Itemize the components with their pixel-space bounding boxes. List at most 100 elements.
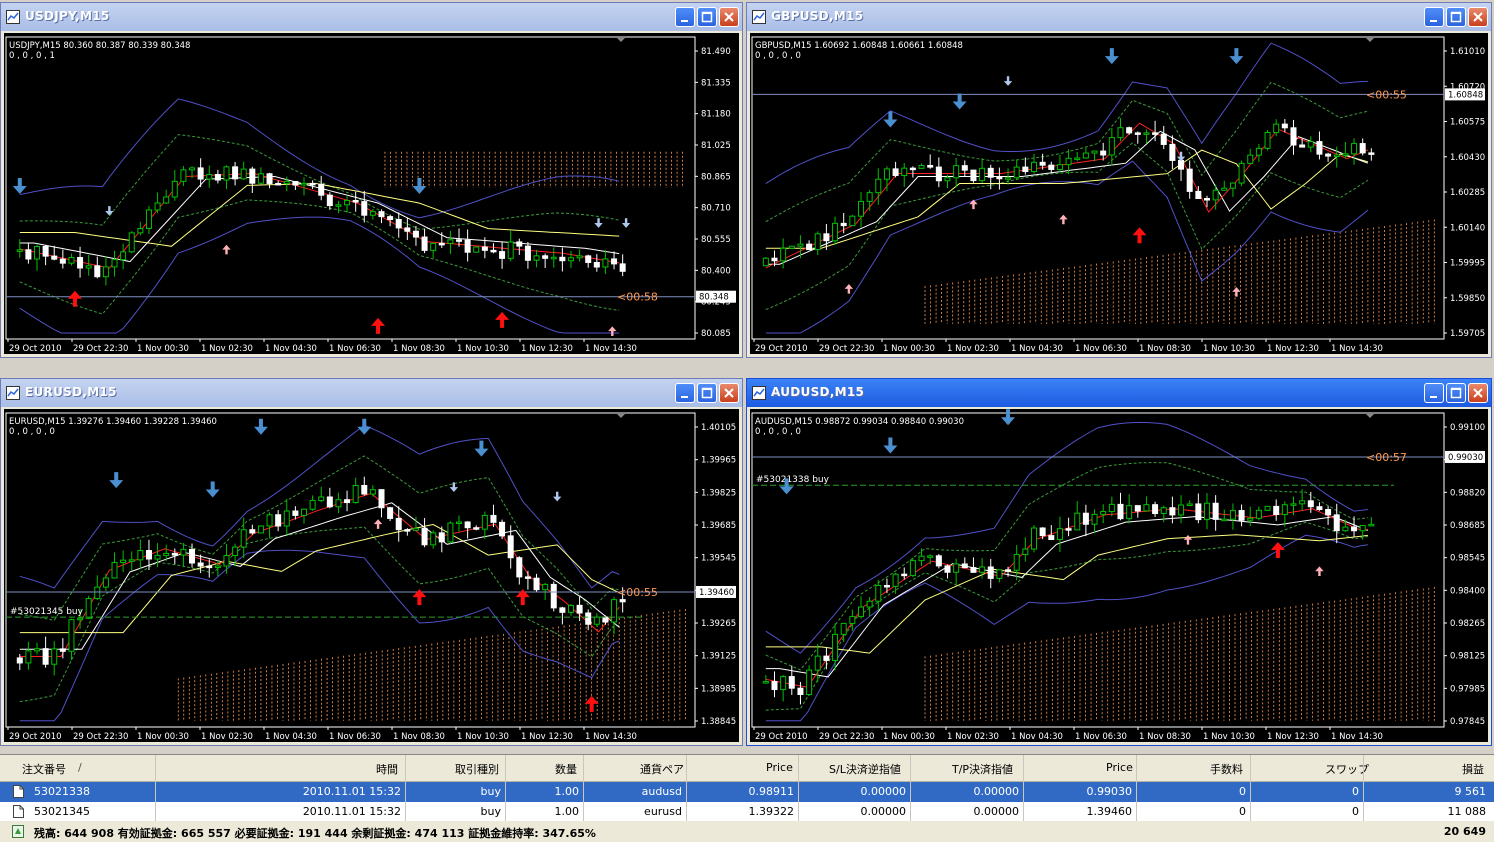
candle — [979, 167, 986, 182]
order-time: 2010.11.01 15:32 — [302, 785, 401, 798]
price-chart[interactable]: #53021338 buy AUDUSD,M15 0.98872 0.99034 … — [750, 409, 1488, 742]
x-tick-label: 1 Nov 14:30 — [585, 732, 637, 742]
order-symbol: audusd — [641, 785, 682, 798]
x-tick-label: 1 Nov 02:30 — [201, 732, 253, 742]
sell-signal-arrow-icon — [621, 218, 631, 228]
maximize-button[interactable] — [697, 383, 717, 403]
sell-signal-arrow-icon — [12, 178, 27, 194]
candle — [1359, 143, 1366, 154]
x-tick-label: 29 Oct 22:30 — [73, 732, 128, 742]
candle — [987, 167, 994, 178]
y-tick-label: 1.39825 — [701, 488, 736, 498]
chart-window-icon — [6, 10, 20, 24]
candle — [34, 246, 41, 260]
maximize-button[interactable] — [1446, 7, 1466, 27]
candle — [814, 233, 821, 251]
candle — [1221, 187, 1228, 191]
y-tick-label: 0.98820 — [1450, 488, 1485, 498]
y-tick-label: 0.99100 — [1450, 423, 1485, 433]
minimize-button[interactable] — [675, 7, 695, 27]
x-tick-label: 29 Oct 2010 — [9, 732, 62, 742]
order-swap: 0 — [1352, 805, 1359, 818]
candle — [780, 676, 787, 691]
window-title: EURUSD,M15 — [25, 385, 117, 399]
price-chart[interactable]: GBPUSD,M15 1.60692 1.60848 1.60661 1.608… — [750, 33, 1488, 354]
candle — [507, 535, 514, 559]
chart-window-eurusd[interactable]: EURUSD,M15 #53021345 buy EURUSD,M15 1.392… — [0, 378, 743, 746]
candle — [1195, 190, 1202, 200]
col-price[interactable]: Price — [766, 761, 793, 774]
minimize-button[interactable] — [1424, 7, 1444, 27]
window-titlebar[interactable]: GBPUSD,M15 — [747, 3, 1491, 31]
minimize-button[interactable] — [1424, 383, 1444, 403]
chart-window-gbpusd[interactable]: GBPUSD,M15 GBPUSD,M15 1.60692 1.60848 1.… — [746, 2, 1492, 358]
col-symbol[interactable]: 通貨ペア — [640, 761, 684, 777]
candle — [223, 166, 230, 181]
close-button[interactable] — [719, 383, 739, 403]
candle — [16, 657, 23, 664]
x-tick-label: 1 Nov 00:30 — [883, 344, 935, 354]
col-size[interactable]: 数量 — [555, 761, 577, 777]
order-time: 2010.11.01 15:32 — [302, 805, 401, 818]
price-chart[interactable]: USDJPY,M15 80.360 80.387 80.339 80.348 0 … — [4, 33, 739, 354]
col-order[interactable]: 注文番号 — [22, 761, 66, 777]
order-type: buy — [480, 785, 501, 798]
chart-window-usdjpy[interactable]: USDJPY,M15 USDJPY,M15 80.360 80.387 80.3… — [0, 2, 743, 358]
maximize-button[interactable] — [1446, 383, 1466, 403]
y-tick-label: 1.60575 — [1450, 118, 1485, 128]
col-commission[interactable]: 手数料 — [1210, 761, 1243, 777]
order-row[interactable]: 53021338 2010.11.01 15:32 buy 1.00 audusd 0.9… — [0, 782, 1494, 802]
window-titlebar[interactable]: USDJPY,M15 — [1, 3, 742, 31]
close-button[interactable] — [1468, 7, 1488, 27]
col-type[interactable]: 取引種別 — [455, 761, 499, 777]
minimize-button[interactable] — [675, 383, 695, 403]
col-tp[interactable]: T/P決済指値 — [952, 761, 1013, 777]
candle — [1082, 152, 1089, 159]
window-titlebar[interactable]: AUDUSD,M15 — [747, 379, 1491, 407]
candle — [499, 251, 506, 259]
order-icon — [13, 805, 24, 818]
current-price-label: 0.99030 — [1448, 453, 1483, 463]
order-row[interactable]: 53021345 2010.11.01 15:32 buy 1.00 eurusd 1.3… — [0, 802, 1494, 822]
order-price: 0.98911 — [748, 785, 795, 798]
indicator-values: 0 , 0 , 0 , 1 — [9, 51, 55, 61]
x-tick-label: 1 Nov 00:30 — [883, 732, 935, 742]
chart-window-audusd[interactable]: AUDUSD,M15 #53021338 buy AUDUSD,M15 0.988… — [746, 378, 1492, 746]
candle — [823, 233, 830, 242]
maximize-button[interactable] — [697, 7, 717, 27]
x-tick-label: 1 Nov 06:30 — [329, 732, 381, 742]
candle — [369, 211, 376, 216]
candle — [412, 230, 419, 238]
candle — [473, 246, 480, 253]
candle — [1108, 503, 1115, 513]
window-titlebar[interactable]: EURUSD,M15 — [1, 379, 742, 407]
candle — [875, 584, 882, 602]
x-tick-label: 1 Nov 00:30 — [137, 344, 189, 354]
candle — [797, 243, 804, 247]
candle — [51, 648, 58, 665]
close-button[interactable] — [1468, 383, 1488, 403]
sell-signal-arrow-icon — [474, 440, 489, 457]
candle — [456, 521, 463, 525]
bollinger-lower — [765, 534, 1368, 722]
order-label: #53021338 buy — [756, 475, 830, 485]
candle — [214, 174, 221, 181]
col-time[interactable]: 時間 — [376, 761, 398, 777]
col-sl[interactable]: S/L決済逆指値 — [829, 761, 901, 777]
candle — [1290, 503, 1297, 506]
price-chart[interactable]: #53021345 buy EURUSD,M15 1.39276 1.39460 … — [4, 409, 739, 742]
close-button[interactable] — [719, 7, 739, 27]
buy-signal-arrow-icon — [584, 695, 599, 712]
shift-marker-icon — [1366, 414, 1374, 418]
x-tick-label: 1 Nov 12:30 — [521, 344, 573, 354]
bollinger-upper — [19, 98, 620, 219]
x-tick-label: 1 Nov 02:30 — [201, 344, 253, 354]
candle — [550, 256, 557, 260]
candle — [163, 196, 170, 204]
candle — [266, 514, 273, 527]
candle — [1325, 153, 1332, 157]
column-divider — [583, 755, 584, 821]
col-price-current[interactable]: Price — [1106, 761, 1133, 774]
candle — [935, 555, 942, 567]
col-profit[interactable]: 損益 — [1462, 761, 1484, 777]
